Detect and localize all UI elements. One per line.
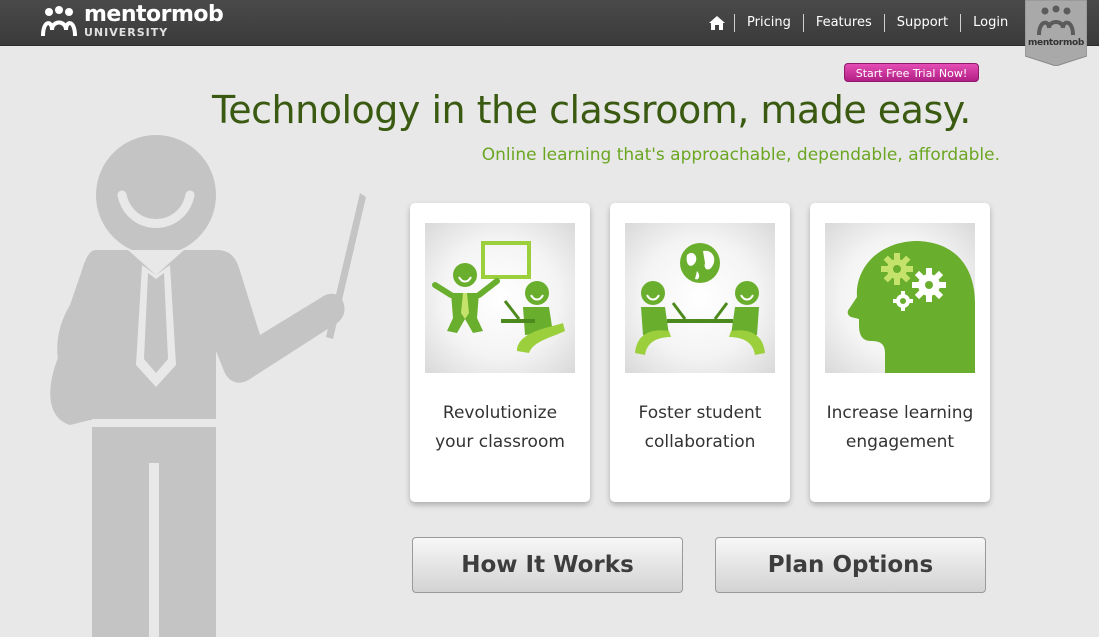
- card-label: Revolutionize your classroom: [410, 399, 590, 457]
- card-label-line: Increase learning: [826, 403, 974, 423]
- card-label-line: engagement: [845, 432, 955, 452]
- collaboration-globe-icon: [635, 243, 765, 355]
- nav-login[interactable]: Login: [961, 15, 1020, 30]
- how-it-works-button[interactable]: How It Works: [412, 537, 683, 593]
- nav-support[interactable]: Support: [885, 15, 960, 30]
- teacher-student-icon: [432, 241, 565, 353]
- main-nav: Pricing Features Support Login: [700, 0, 1020, 45]
- badge-label: mentormob: [1027, 38, 1085, 48]
- brand-sub: UNIVERSITY: [84, 26, 169, 39]
- mentormob-logo-icon: [41, 6, 77, 37]
- brand-name: mentormob: [84, 2, 224, 27]
- card-image: [825, 223, 975, 373]
- page-subheadline: Online learning that's approachable, dep…: [481, 145, 1000, 165]
- start-free-trial-button[interactable]: Start Free Trial Now!: [844, 63, 979, 82]
- mentormob-badge[interactable]: mentormob: [1024, 0, 1088, 67]
- nav-pricing[interactable]: Pricing: [735, 15, 803, 30]
- nav-features[interactable]: Features: [804, 15, 884, 30]
- card-label-line: your classroom: [435, 432, 565, 452]
- card-image: [425, 223, 575, 373]
- card-label-line: collaboration: [644, 432, 756, 452]
- feature-card-revolutionize[interactable]: Revolutionize your classroom: [410, 203, 590, 502]
- card-image: [625, 223, 775, 373]
- feature-card-collaboration[interactable]: Foster student collaboration: [610, 203, 790, 502]
- top-nav-bar: mentormob UNIVERSITY Pricing Features Su…: [0, 0, 1099, 46]
- home-link[interactable]: [700, 0, 734, 45]
- card-label: Foster student collaboration: [610, 399, 790, 457]
- card-label: Increase learning engagement: [810, 399, 990, 457]
- brain-gears-icon: [847, 241, 975, 373]
- feature-card-engagement[interactable]: Increase learning engagement: [810, 203, 990, 502]
- card-label-line: Revolutionize: [442, 403, 558, 423]
- plan-options-button[interactable]: Plan Options: [715, 537, 986, 593]
- home-icon: [709, 15, 725, 30]
- teacher-illustration: [50, 135, 366, 637]
- card-label-line: Foster student: [638, 403, 762, 423]
- badge-shape-icon: [1024, 0, 1088, 67]
